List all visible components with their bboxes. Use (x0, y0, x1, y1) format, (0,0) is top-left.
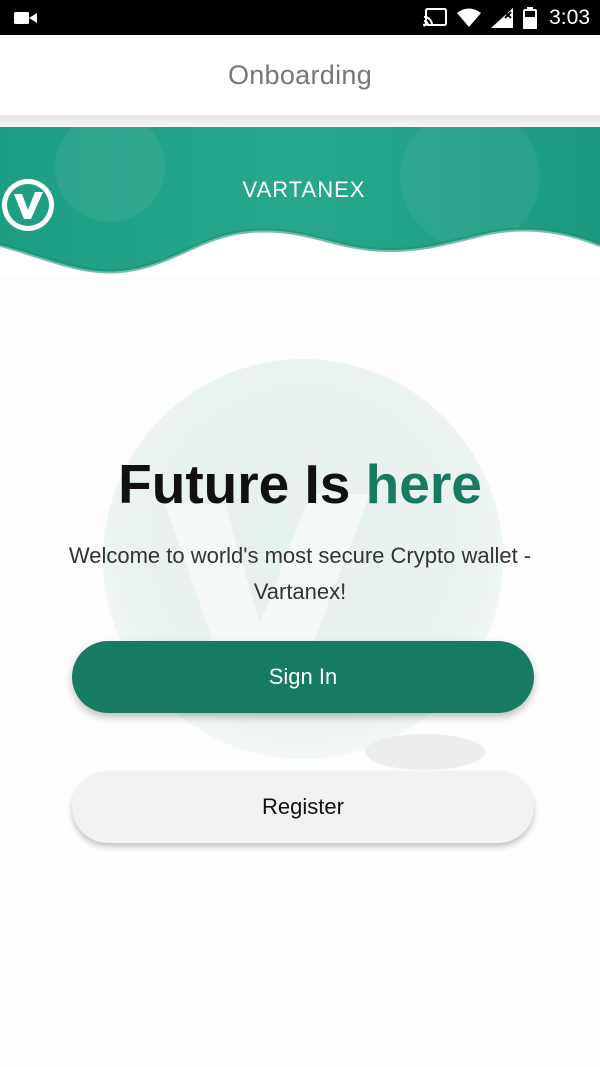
sign-in-button[interactable]: Sign In (72, 641, 534, 713)
video-camera-icon (14, 10, 38, 26)
status-bar: 3:03 (0, 0, 600, 35)
register-button[interactable]: Register (72, 771, 534, 843)
app-bar-divider (0, 115, 600, 127)
register-label: Register (262, 794, 344, 819)
headline-text: Future Is (118, 453, 366, 515)
onboarding-content: Future Is here Welcome to world's most s… (0, 277, 600, 1067)
cellular-signal-icon (491, 7, 514, 28)
brand-name: VARTANEX (242, 177, 366, 202)
page-title: Onboarding (227, 59, 373, 90)
header-banner: VARTANEX (0, 127, 600, 277)
cast-icon (423, 7, 448, 28)
welcome-subtitle: Welcome to world's most secure Crypto wa… (68, 543, 532, 604)
headline-accent: here (365, 453, 482, 515)
headline: Future Is here (0, 452, 600, 516)
sign-in-label: Sign In (268, 664, 338, 689)
brand: VARTANEX (0, 177, 600, 231)
battery-icon (523, 6, 538, 29)
status-time: 3:03 (549, 5, 590, 29)
wifi-icon (457, 8, 482, 28)
app-bar: Onboarding (0, 35, 600, 115)
